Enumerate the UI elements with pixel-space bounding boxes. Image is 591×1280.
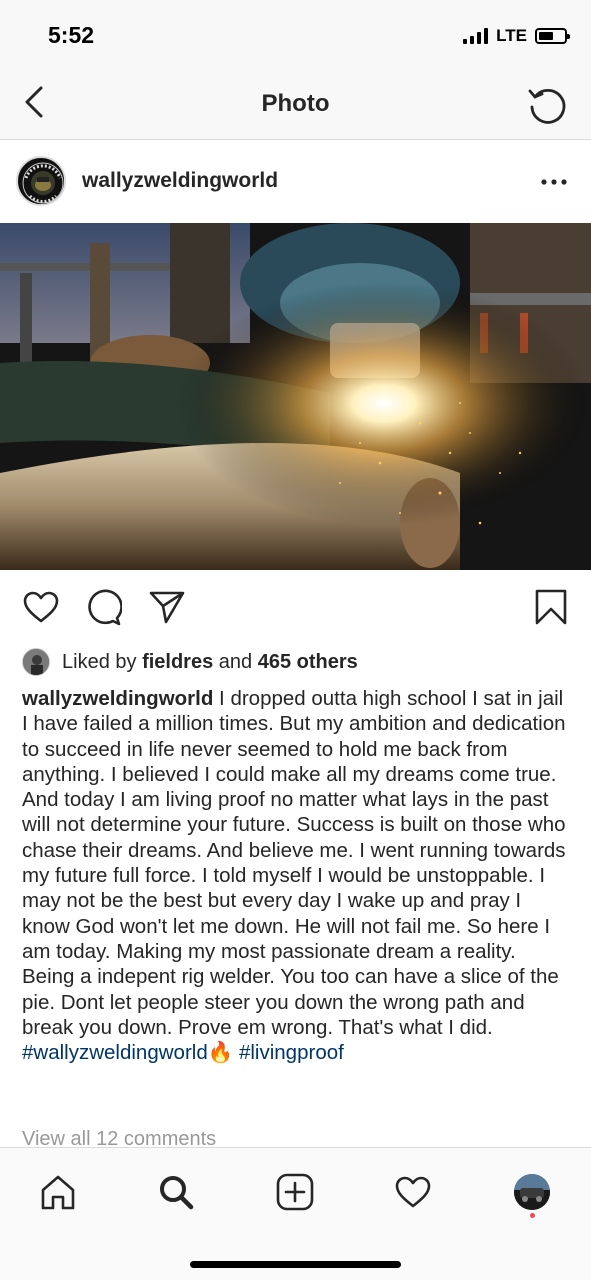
tab-search[interactable] <box>154 1170 198 1214</box>
caption-username[interactable]: wallyzweldingworld <box>22 687 213 710</box>
avatar[interactable] <box>16 156 66 206</box>
signal-icon <box>463 28 489 44</box>
tab-home[interactable] <box>36 1170 80 1214</box>
likes-others[interactable]: 465 others <box>258 651 358 673</box>
bookmark-icon <box>535 589 567 625</box>
comment-button[interactable] <box>82 586 124 628</box>
share-button[interactable] <box>146 586 188 628</box>
battery-icon <box>535 28 570 44</box>
profile-avatar-icon <box>514 1174 550 1210</box>
ellipsis-icon <box>541 179 567 185</box>
like-button[interactable] <box>20 586 62 628</box>
refresh-button[interactable] <box>523 82 569 128</box>
refresh-icon <box>528 89 566 124</box>
status-bar: 5:52 LTE <box>0 0 591 68</box>
network-label: LTE <box>496 26 527 45</box>
post-actions <box>0 582 591 634</box>
status-time: 5:52 <box>48 22 95 48</box>
notification-dot <box>530 1213 535 1218</box>
heart-icon <box>395 1176 431 1208</box>
add-post-icon <box>276 1173 314 1211</box>
more-options-button[interactable] <box>539 167 569 197</box>
likes-summary[interactable]: Liked by fieldres and 465 others <box>22 646 358 678</box>
tab-activity[interactable] <box>391 1170 435 1214</box>
comment-icon <box>88 589 122 626</box>
hashtag-livingproof[interactable]: #livingproof <box>239 1041 344 1064</box>
fire-emoji: 🔥 <box>207 1041 234 1065</box>
post-header: wallyzweldingworld <box>0 141 591 223</box>
likes-text: Liked by fieldres and 465 others <box>62 650 358 673</box>
heart-icon <box>23 591 59 623</box>
home-icon <box>41 1175 75 1210</box>
send-icon <box>149 591 185 624</box>
tab-new-post[interactable] <box>273 1170 317 1214</box>
hashtag-wallyzweldingworld[interactable]: #wallyzweldingworld <box>22 1041 208 1064</box>
save-button[interactable] <box>530 586 572 628</box>
page-title: Photo <box>261 90 330 117</box>
search-icon <box>160 1176 194 1210</box>
home-indicator <box>190 1261 401 1268</box>
post-photo[interactable] <box>0 223 591 570</box>
post-username[interactable]: wallyzweldingworld <box>82 169 278 193</box>
liker-username[interactable]: fieldres <box>142 651 213 673</box>
welding-photo <box>0 223 591 570</box>
liker-avatar <box>22 648 50 676</box>
post-caption: wallyzweldingworld I dropped outta high … <box>22 686 572 1065</box>
tab-profile[interactable] <box>514 1174 550 1210</box>
caption-text: I dropped outta high school I sat in jai… <box>22 687 566 1039</box>
welding-logo-icon <box>19 159 64 204</box>
navigation-bar: Photo <box>0 68 591 140</box>
status-indicators: LTE <box>463 26 570 46</box>
